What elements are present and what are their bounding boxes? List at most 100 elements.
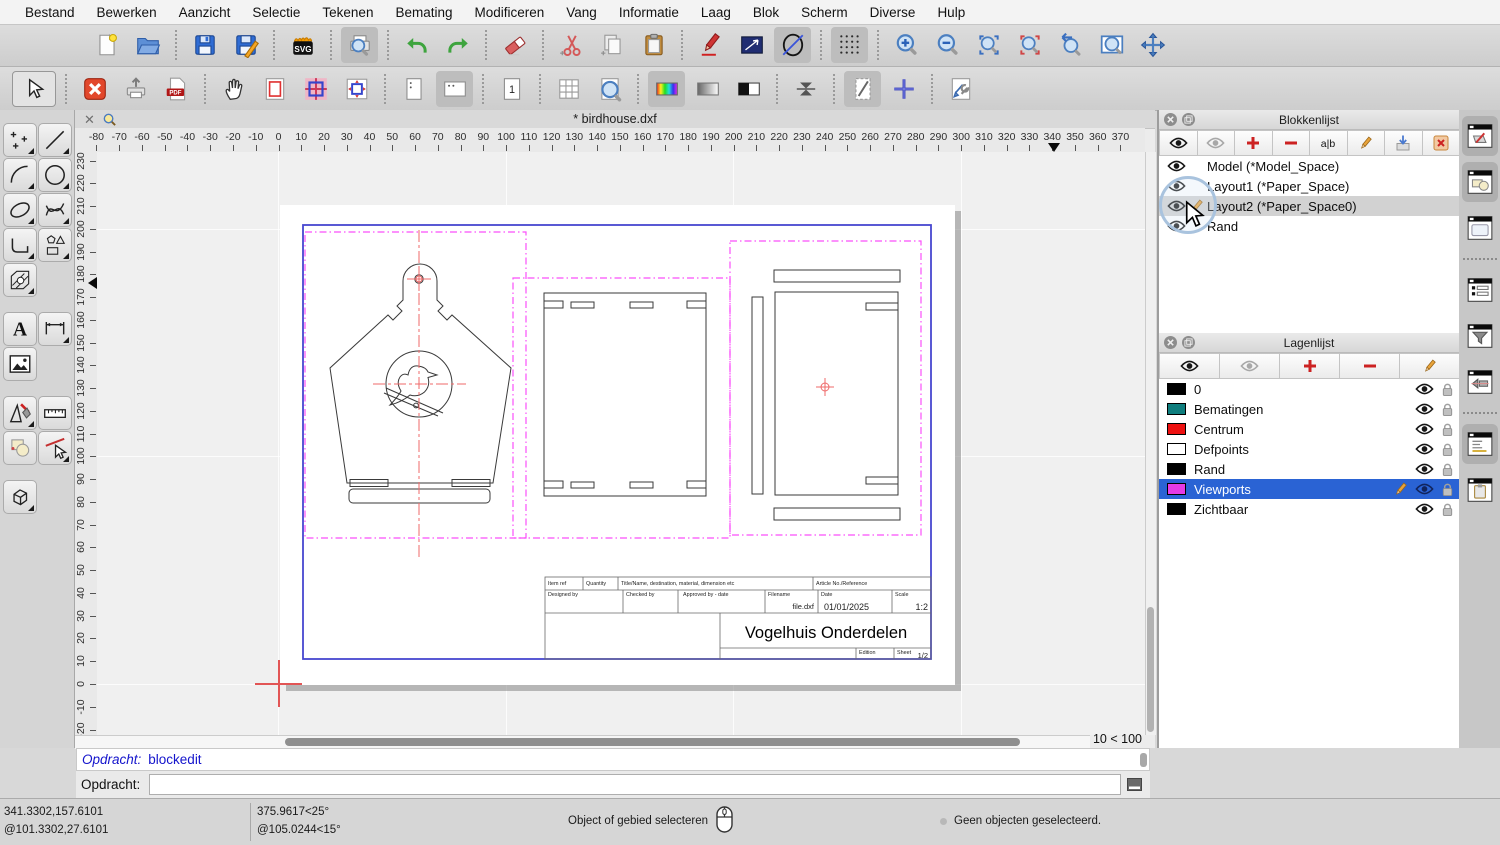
panel-close-button[interactable] bbox=[1164, 113, 1177, 126]
horizontal-scrollbar[interactable] bbox=[75, 735, 1090, 749]
svg-export-button[interactable]: SVG bbox=[284, 27, 321, 63]
order-tool-button[interactable] bbox=[3, 431, 37, 465]
menu-blok[interactable]: Blok bbox=[742, 5, 790, 20]
eraser-button[interactable] bbox=[496, 27, 533, 63]
layer-row[interactable]: Defpoints bbox=[1159, 439, 1459, 459]
pan-hand-button[interactable] bbox=[215, 71, 252, 107]
command-input[interactable] bbox=[149, 774, 1121, 795]
cut-button[interactable] bbox=[553, 27, 590, 63]
measure-tool-button[interactable] bbox=[38, 396, 72, 430]
reference-window-button[interactable] bbox=[1462, 362, 1498, 402]
grid-dots-button[interactable] bbox=[831, 27, 868, 63]
box-back-part[interactable] bbox=[751, 269, 901, 521]
pen-window-button[interactable] bbox=[1461, 116, 1498, 156]
zoom-auto-button[interactable] bbox=[970, 27, 1007, 63]
grid-table-button[interactable] bbox=[550, 71, 587, 107]
layer-row[interactable]: Centrum bbox=[1159, 419, 1459, 439]
draft-mode-button[interactable] bbox=[844, 70, 881, 107]
line-settings-button[interactable] bbox=[733, 27, 770, 63]
hide-all-eye-button[interactable] bbox=[1219, 353, 1280, 379]
menu-vang[interactable]: Vang bbox=[555, 5, 608, 20]
ellipse-line-button[interactable] bbox=[774, 27, 811, 63]
layer-row[interactable]: Viewports bbox=[1159, 479, 1459, 499]
layer-row[interactable]: 0 bbox=[1159, 379, 1459, 399]
page-portrait-button[interactable] bbox=[395, 71, 432, 107]
new-file-button[interactable] bbox=[88, 27, 125, 63]
visibility-eye-icon[interactable] bbox=[1415, 382, 1434, 396]
paste-button[interactable] bbox=[635, 27, 672, 63]
menu-scherm[interactable]: Scherm bbox=[790, 5, 859, 20]
crosshair-button[interactable] bbox=[885, 71, 922, 107]
paper-sheet[interactable]: Item ref Quantity Title/Name, destinatio… bbox=[280, 205, 955, 685]
box-side-part[interactable] bbox=[543, 292, 707, 497]
spline-tool-button[interactable] bbox=[38, 193, 72, 227]
ellipse-tool-button[interactable] bbox=[3, 193, 37, 227]
command-toggle-icon[interactable] bbox=[1127, 778, 1144, 791]
panel-float-button[interactable] bbox=[1182, 336, 1195, 349]
print-preview-button[interactable] bbox=[341, 27, 378, 63]
filter-window-button[interactable] bbox=[1462, 316, 1498, 356]
draw-pen-button[interactable] bbox=[692, 27, 729, 63]
viewport-fit-button[interactable] bbox=[338, 71, 375, 107]
edit-layer-button[interactable] bbox=[1399, 353, 1459, 379]
solid-3d-tool-button[interactable] bbox=[3, 480, 37, 514]
visibility-eye-icon[interactable] bbox=[1415, 482, 1434, 496]
title-block[interactable] bbox=[544, 576, 932, 660]
zoom-out-button[interactable] bbox=[929, 27, 966, 63]
undo-button[interactable] bbox=[398, 27, 435, 63]
gray-mode-button[interactable] bbox=[689, 71, 726, 107]
hatch-tool-button[interactable] bbox=[3, 263, 37, 297]
visibility-eye-icon[interactable] bbox=[1415, 502, 1434, 516]
menu-hulp[interactable]: Hulp bbox=[926, 5, 976, 20]
show-all-eye-button[interactable] bbox=[1159, 353, 1220, 379]
polygon-tool-button[interactable] bbox=[38, 228, 72, 262]
menu-tekenen[interactable]: Tekenen bbox=[311, 5, 384, 20]
insert-block-button[interactable] bbox=[1384, 130, 1423, 156]
panel-close-button[interactable] bbox=[1164, 336, 1177, 349]
horizontal-scrollbar-thumb[interactable] bbox=[285, 738, 1020, 746]
close-block-edit-button[interactable] bbox=[76, 71, 113, 107]
hide-all-eye-button[interactable] bbox=[1196, 130, 1235, 156]
lock-icon[interactable] bbox=[1441, 382, 1454, 397]
zoom-pan-button[interactable] bbox=[1134, 27, 1171, 63]
text-tool-button[interactable]: A bbox=[3, 312, 37, 346]
remove-layer-button[interactable] bbox=[1339, 353, 1400, 379]
add-layer-button[interactable] bbox=[1279, 353, 1340, 379]
dimension-tool-button[interactable] bbox=[38, 312, 72, 346]
menu-selectie[interactable]: Selectie bbox=[241, 5, 311, 20]
vertical-scrollbar[interactable] bbox=[1145, 152, 1156, 735]
paper-border-button[interactable] bbox=[256, 71, 293, 107]
delete-block-button[interactable] bbox=[1421, 130, 1459, 156]
open-folder-button[interactable] bbox=[129, 27, 166, 63]
points-tool-button[interactable] bbox=[3, 123, 37, 157]
visibility-eye-icon[interactable] bbox=[1415, 422, 1434, 436]
image-tool-button[interactable] bbox=[3, 347, 37, 381]
cad-tools-tool-button[interactable] bbox=[3, 396, 37, 430]
settings-tools-button[interactable] bbox=[942, 71, 979, 107]
menu-modificeren[interactable]: Modificeren bbox=[464, 5, 556, 20]
page-landscape-button[interactable] bbox=[436, 70, 473, 107]
add-block-button[interactable] bbox=[1234, 130, 1273, 156]
menu-laag[interactable]: Laag bbox=[690, 5, 742, 20]
zoom-page-button[interactable] bbox=[591, 71, 628, 107]
lock-icon[interactable] bbox=[1441, 402, 1454, 417]
save-as-button[interactable] bbox=[227, 27, 264, 63]
lock-icon[interactable] bbox=[1441, 482, 1454, 497]
save-button[interactable] bbox=[186, 27, 223, 63]
zoom-in-button[interactable] bbox=[888, 27, 925, 63]
lock-icon[interactable] bbox=[1441, 502, 1454, 517]
zoom-previous-button[interactable] bbox=[1011, 27, 1048, 63]
redo-button[interactable] bbox=[439, 27, 476, 63]
layer-row[interactable]: Zichtbaar bbox=[1159, 499, 1459, 519]
compress-button[interactable] bbox=[787, 71, 824, 107]
line-tool-button[interactable] bbox=[38, 123, 72, 157]
drawing-content[interactable]: Item ref Quantity Title/Name, destinatio… bbox=[280, 205, 955, 685]
copy-button[interactable] bbox=[594, 27, 631, 63]
viewport-cross-button[interactable] bbox=[297, 71, 334, 107]
command-window-button[interactable] bbox=[1461, 424, 1498, 464]
menu-aanzicht[interactable]: Aanzicht bbox=[168, 5, 242, 20]
shapes-window-button[interactable] bbox=[1461, 162, 1498, 202]
menu-bemating[interactable]: Bemating bbox=[384, 5, 463, 20]
zoom-back-button[interactable] bbox=[1052, 27, 1089, 63]
layer-row[interactable]: Bematingen bbox=[1159, 399, 1459, 419]
